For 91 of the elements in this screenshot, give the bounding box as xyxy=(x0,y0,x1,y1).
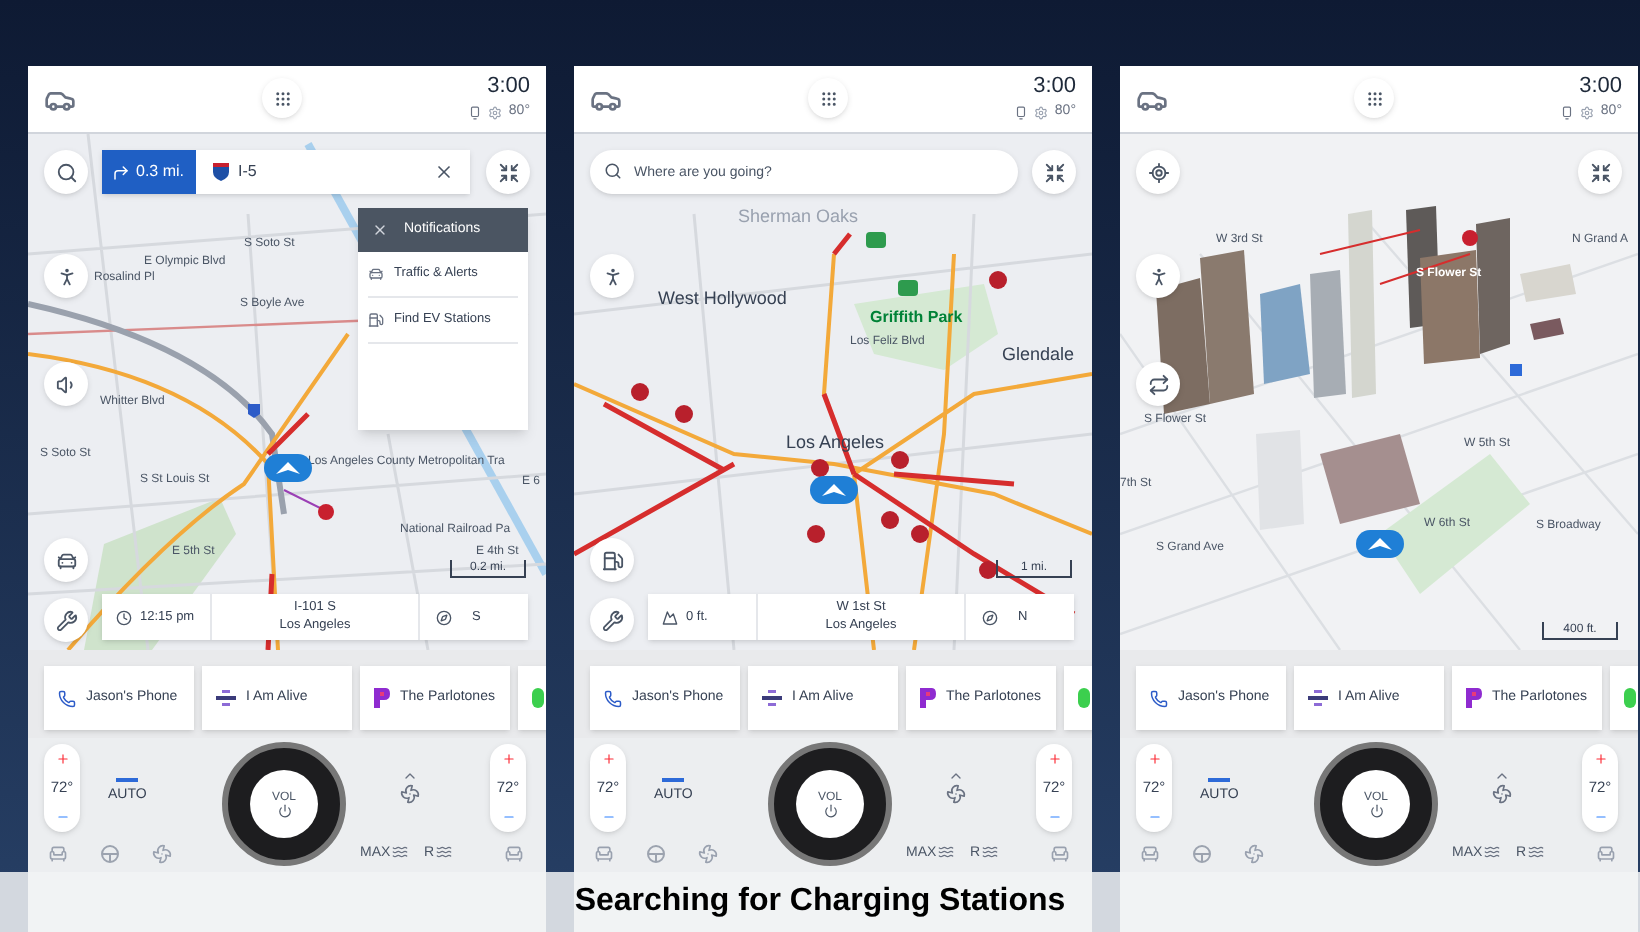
plus-icon xyxy=(1047,752,1061,766)
defrost-icon xyxy=(436,844,453,860)
clock-time: 3:00 xyxy=(1579,74,1622,103)
tools-icon xyxy=(601,609,623,631)
person-icon xyxy=(601,265,623,287)
search-icon xyxy=(604,162,622,180)
phone-icon xyxy=(58,689,76,707)
plus-icon xyxy=(55,752,69,766)
minus-icon xyxy=(601,810,615,824)
defrost-icon xyxy=(1484,844,1501,860)
phone-icon xyxy=(1150,689,1168,707)
clock-icon xyxy=(116,609,132,625)
battery-icon xyxy=(1014,105,1029,120)
speaker-icon xyxy=(55,373,77,395)
chevron-up-icon xyxy=(402,768,418,784)
shrink-icon xyxy=(497,161,519,183)
chevron-up-icon xyxy=(1494,768,1510,784)
ev-station-icon xyxy=(368,312,384,328)
compass-icon xyxy=(982,609,998,625)
grid-icon xyxy=(1365,89,1383,107)
turn-arrow-icon xyxy=(112,163,130,181)
fan-button[interactable] xyxy=(400,768,420,804)
tools-icon xyxy=(55,609,77,631)
caption: Searching for Charging Stations xyxy=(574,882,1066,922)
locate-icon xyxy=(1147,161,1169,183)
chevron-up-icon xyxy=(948,768,964,784)
compass-icon xyxy=(436,609,452,625)
person-icon xyxy=(55,265,77,287)
music-logo-icon xyxy=(374,688,390,708)
power-icon xyxy=(277,803,291,817)
gear-icon xyxy=(1034,105,1049,120)
turn-distance: 0.3 mi. xyxy=(136,160,185,184)
fan-button[interactable] xyxy=(946,768,966,804)
road-name: I-5 xyxy=(238,160,257,184)
plus-icon xyxy=(1147,752,1161,766)
grid-icon xyxy=(819,89,837,107)
defrost-icon xyxy=(938,844,955,860)
plus-icon xyxy=(501,752,515,766)
media-tile[interactable] xyxy=(1064,666,1092,730)
grid-icon xyxy=(273,89,291,107)
app-icon xyxy=(532,688,544,708)
fan-icon xyxy=(1492,784,1512,804)
radio-logo-icon xyxy=(216,690,236,706)
clock-time: 3:00 xyxy=(487,74,530,103)
map-label: Glendale xyxy=(1002,346,1075,364)
battery-icon xyxy=(1560,105,1575,120)
traffic-icon xyxy=(55,549,77,571)
fan-icon xyxy=(946,784,966,804)
defrost-icon xyxy=(982,844,999,860)
plus-icon xyxy=(601,752,615,766)
minus-icon xyxy=(1593,810,1607,824)
plus-icon xyxy=(1593,752,1607,766)
search-icon xyxy=(55,161,77,183)
gear-icon xyxy=(488,105,503,120)
media-tile[interactable] xyxy=(518,666,546,730)
close-icon[interactable] xyxy=(434,162,454,182)
minus-icon xyxy=(501,810,515,824)
radio-logo-icon xyxy=(1308,690,1328,706)
defrost-icon xyxy=(392,844,409,860)
app-icon xyxy=(1078,688,1090,708)
app-icon xyxy=(1624,688,1636,708)
clock-time: 3:00 xyxy=(1033,74,1076,103)
ev-station-icon xyxy=(601,549,623,571)
music-logo-icon xyxy=(920,688,936,708)
close-icon[interactable] xyxy=(372,222,388,238)
map-label: West Hollywood xyxy=(658,290,787,308)
minus-icon xyxy=(1147,810,1161,824)
fan-button[interactable] xyxy=(1492,768,1512,804)
phone-icon xyxy=(604,689,622,707)
gear-icon xyxy=(1580,105,1595,120)
music-logo-icon xyxy=(1466,688,1482,708)
mountain-icon xyxy=(662,609,678,625)
swap-icon xyxy=(1147,373,1169,395)
shrink-icon xyxy=(1589,161,1611,183)
power-icon xyxy=(823,803,837,817)
media-tile[interactable] xyxy=(1610,666,1638,730)
fan-icon xyxy=(400,784,420,804)
person-icon xyxy=(1147,265,1169,287)
traffic-icon xyxy=(368,266,384,282)
minus-icon xyxy=(1047,810,1061,824)
apps-button[interactable] xyxy=(1354,78,1394,118)
apps-button[interactable] xyxy=(262,78,302,118)
highway-shield-icon xyxy=(212,162,230,182)
battery-icon xyxy=(468,105,483,120)
minus-icon xyxy=(55,810,69,824)
apps-button[interactable] xyxy=(808,78,848,118)
map-label: Sherman Oaks xyxy=(738,208,859,226)
defrost-icon xyxy=(1528,844,1545,860)
power-icon xyxy=(1369,803,1383,817)
shrink-icon xyxy=(1043,161,1065,183)
radio-logo-icon xyxy=(762,690,782,706)
